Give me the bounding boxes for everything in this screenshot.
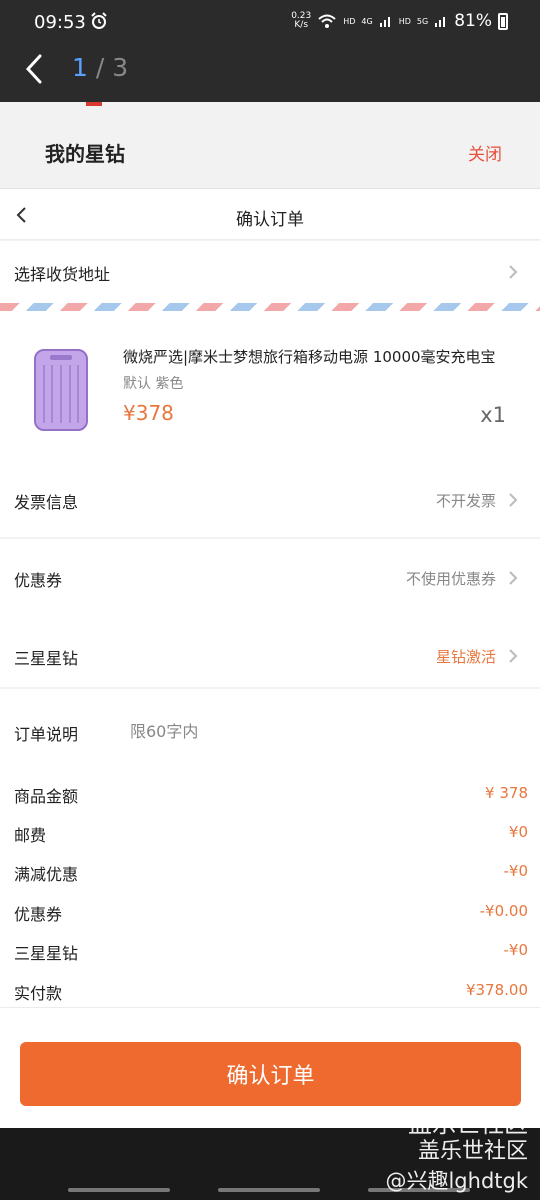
notification-badge — [86, 102, 102, 106]
invoice-row[interactable]: 发票信息 不开发票 — [0, 461, 540, 537]
gesture-bar — [218, 1188, 320, 1192]
navbar-title: 确认订单 — [236, 210, 304, 230]
order-summary: 商品金额 ¥ 378 邮费 ¥0 满减优惠 -¥0 优惠券 -¥0.00 三星星… — [0, 769, 540, 1007]
page-total: 3 — [112, 53, 129, 82]
battery-icon — [498, 12, 508, 30]
page-counter: 1 / 3 — [72, 53, 128, 82]
status-indicators: 0.23 K/s HD 4G HD 5G 81% — [291, 11, 508, 31]
summary-label: 邮费 — [14, 826, 47, 845]
invoice-label: 发票信息 — [14, 493, 79, 512]
network-4g-tag: 4G — [361, 16, 373, 26]
summary-label: 优惠券 — [14, 905, 63, 924]
hd-tag: HD — [343, 16, 356, 26]
confirm-order-button[interactable]: 确认订单 — [20, 1042, 521, 1106]
app-screen: 我的星钻 关闭 确认订单 选择收货地址 微烧严选|摩米士梦想旅行箱移动电源 10… — [0, 102, 540, 1128]
product-spec: 默认 紫色 — [123, 376, 184, 392]
address-selector[interactable]: 选择收货地址 — [0, 241, 540, 303]
signal-icon — [379, 17, 390, 27]
hd-tag: HD — [398, 16, 411, 26]
summary-label: 三星星钻 — [14, 944, 79, 963]
coupon-row[interactable]: 优惠券 不使用优惠券 — [0, 539, 540, 615]
app-header: 我的星钻 关闭 — [0, 102, 540, 188]
order-navbar: 确认订单 — [0, 188, 540, 240]
address-label: 选择收货地址 — [14, 265, 111, 284]
network-5g-tag: 5G — [416, 16, 429, 26]
wifi-icon — [318, 14, 336, 28]
product-price: ¥378 — [123, 401, 174, 425]
status-time: 09:53 — [34, 12, 86, 33]
chevron-right-icon — [509, 493, 518, 507]
star-diamond-label: 三星星钻 — [14, 649, 79, 668]
chevron-right-icon — [509, 649, 518, 663]
order-note-input[interactable] — [130, 719, 510, 743]
signal-icon — [435, 17, 446, 27]
watermark-line: @兴趣lghdtgk — [385, 1169, 528, 1193]
summary-label: 商品金额 — [14, 787, 79, 806]
chevron-right-icon — [509, 265, 518, 279]
star-diamond-value: 星钻激活 — [435, 648, 496, 666]
summary-value: -¥0 — [503, 941, 529, 959]
product-quantity: x1 — [480, 403, 506, 427]
gesture-bar — [68, 1188, 170, 1192]
summary-value: ¥0 — [508, 823, 528, 841]
page-title: 我的星钻 — [45, 142, 125, 166]
total-label: 实付款 — [14, 984, 63, 1003]
viewer-back-icon[interactable] — [22, 52, 46, 86]
alarm-icon — [91, 12, 107, 29]
watermark-line: 盖乐世社区 — [417, 1139, 528, 1164]
order-note-row: 订单说明 — [0, 689, 540, 769]
viewer-top-bar: 09:53 0.23 K/s HD 4G HD 5G 81% 1 / 3 — [0, 0, 540, 102]
network-speed: 0.23 K/s — [291, 11, 312, 30]
battery-percent: 81% — [454, 11, 492, 31]
close-button[interactable]: 关闭 — [468, 140, 502, 165]
watermark: 盖乐世社区 盖乐世社区 @兴趣lghdtgk — [385, 1110, 528, 1196]
product-item: 微烧严选|摩米士梦想旅行箱移动电源 10000毫安充电宝 默认 紫色 ¥378 … — [0, 311, 540, 461]
invoice-value: 不开发票 — [435, 492, 496, 510]
star-diamond-row[interactable]: 三星星钻 星钻激活 — [0, 611, 540, 687]
coupon-label: 优惠券 — [14, 571, 63, 590]
summary-value: -¥0.00 — [479, 902, 528, 920]
summary-label: 满减优惠 — [14, 865, 79, 884]
order-note-label: 订单说明 — [14, 725, 79, 744]
total-value: ¥378.00 — [465, 981, 528, 999]
watermark-line: 盖乐世社区 — [408, 1110, 528, 1138]
summary-value: ¥ 378 — [485, 784, 528, 802]
airmail-divider — [0, 303, 540, 311]
coupon-value: 不使用优惠券 — [405, 570, 496, 588]
chevron-right-icon — [509, 571, 518, 585]
page-current: 1 — [72, 53, 88, 82]
summary-value: -¥0 — [503, 862, 529, 880]
product-name: 微烧严选|摩米士梦想旅行箱移动电源 10000毫安充电宝 — [123, 348, 496, 366]
page-separator: / — [87, 53, 113, 82]
product-image — [34, 349, 88, 431]
